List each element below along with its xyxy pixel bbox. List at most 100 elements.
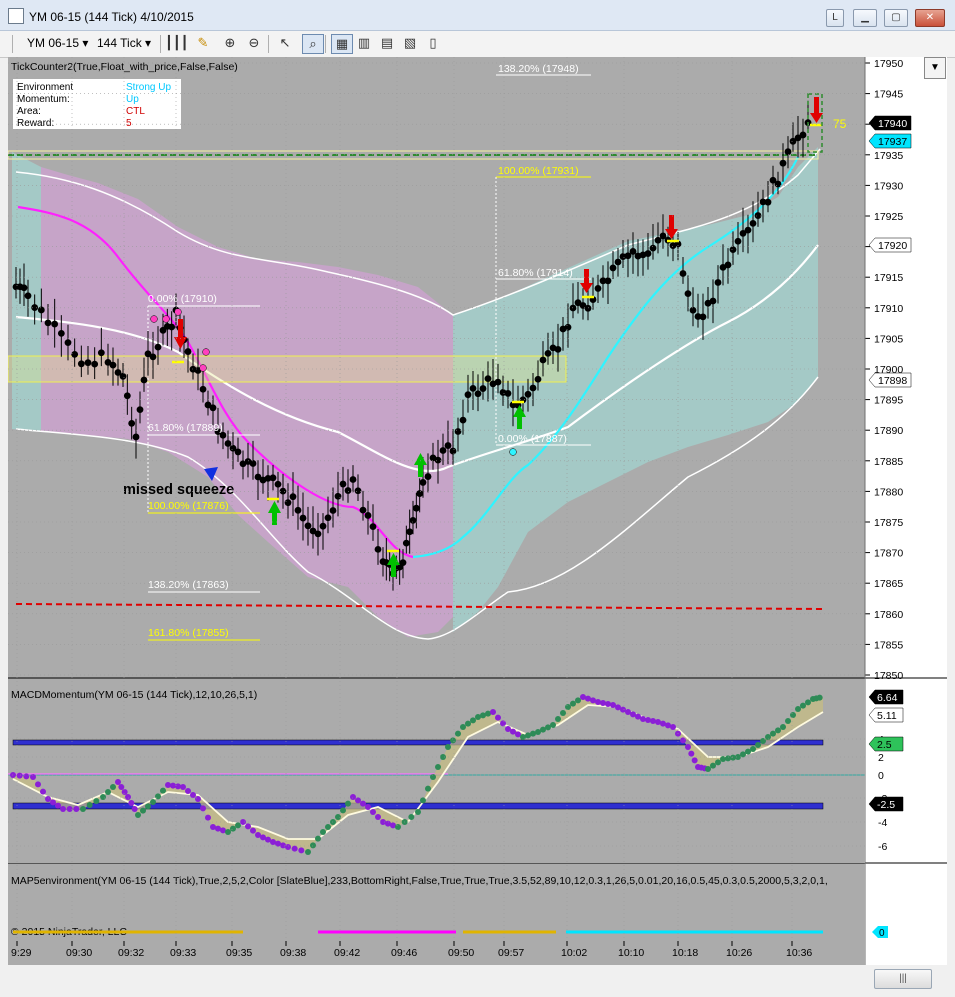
- candle-dot: [324, 514, 332, 522]
- templates-icon[interactable]: ▯: [423, 34, 443, 52]
- candle-dot: [57, 329, 65, 337]
- candle-dot: [614, 258, 622, 266]
- chart-canvas[interactable]: TickCounter2(True,Float_with_price,False…: [7, 57, 947, 965]
- macd-dot: [60, 806, 66, 812]
- macd-tag-text: 2.5: [877, 739, 892, 751]
- macd-dot: [565, 704, 571, 710]
- candle-dot: [199, 385, 207, 393]
- candle-dot: [444, 442, 452, 449]
- link-button[interactable]: L: [826, 9, 844, 27]
- zoom-out-icon[interactable]: ⊖: [244, 34, 264, 52]
- macd-dot: [195, 796, 201, 802]
- macd-dot: [600, 700, 606, 706]
- macd-dot: [125, 794, 131, 800]
- candle-dot: [629, 248, 637, 255]
- macd-dot: [350, 794, 356, 800]
- time-axis-label: 09:35: [226, 947, 252, 959]
- instrument-selector[interactable]: YM 06-15 ▾: [27, 36, 88, 50]
- strategies-icon[interactable]: ▤: [377, 34, 397, 52]
- candle-dot-highlight: [199, 364, 207, 372]
- instrument-label: YM 06-15: [27, 36, 80, 50]
- magnifier-icon[interactable]: ⌕: [302, 34, 324, 54]
- macd-dot: [110, 784, 116, 790]
- window-title: YM 06-15 (144 Tick) 4/10/2015: [29, 10, 194, 24]
- toolbar-grip: [12, 35, 13, 53]
- chart-toolbar: YM 06-15 ▾ 144 Tick ▾ ┃┃┃ ✎ ⊕ ⊖ ↖ ⌕ ▦ ▥ …: [0, 31, 955, 58]
- macd-dot: [560, 710, 566, 716]
- fib-label: 100.00% (17876): [148, 500, 229, 512]
- candle-dot: [779, 159, 787, 167]
- pencil-icon[interactable]: ✎: [193, 34, 213, 52]
- minimize-icon[interactable]: ▁: [853, 9, 877, 27]
- macd-dot: [320, 829, 326, 835]
- time-axis-label: 09:38: [280, 947, 306, 959]
- candle-dot: [128, 419, 136, 427]
- candle-dot: [402, 539, 410, 547]
- macd-dot: [200, 805, 206, 812]
- horizontal-scrollbar[interactable]: |||: [0, 965, 955, 997]
- macd-dot: [450, 737, 456, 744]
- chart-area[interactable]: TickCounter2(True,Float_with_price,False…: [7, 57, 947, 965]
- candle-dot: [409, 517, 417, 524]
- candle-dot: [369, 523, 377, 530]
- zoom-in-icon[interactable]: ⊕: [220, 34, 240, 52]
- candle-dot: [284, 499, 292, 507]
- close-icon[interactable]: ✕: [915, 9, 945, 27]
- price-tag-text: 17898: [878, 375, 907, 387]
- candle-dot: [24, 292, 32, 300]
- candle-dot: [699, 313, 707, 321]
- cursor-icon[interactable]: ↖: [275, 34, 295, 52]
- macd-dot: [570, 700, 576, 707]
- toolbar-separator: [160, 35, 161, 53]
- macd-axis-label: -6: [878, 841, 887, 853]
- price-tag-text: 17940: [878, 118, 907, 130]
- indicators-icon[interactable]: ▥: [354, 34, 374, 52]
- candle-dot: [734, 237, 742, 245]
- macd-dot: [245, 823, 251, 830]
- candle-dot: [604, 277, 612, 285]
- price-axis-label: 17865: [874, 578, 903, 590]
- candle-dot: [454, 428, 462, 435]
- candle-dot: [764, 198, 772, 206]
- candle-dot: [77, 360, 85, 368]
- candle-dot: [249, 460, 257, 467]
- candle-dot: [314, 530, 322, 538]
- scrollbar-thumb[interactable]: |||: [874, 969, 932, 989]
- env-row-value: Strong Up: [126, 82, 171, 93]
- macd-dot: [705, 766, 711, 772]
- macd-dot: [325, 824, 331, 830]
- data-box-icon[interactable]: ▦: [331, 34, 353, 54]
- macd-dot: [190, 792, 196, 798]
- missed-squeeze-annotation: missed squeeze: [123, 482, 234, 498]
- time-axis-label: 10:26: [726, 947, 752, 959]
- time-axis-label: 09:50: [448, 947, 474, 959]
- candle-dot: [649, 244, 657, 252]
- candle-dot: [37, 306, 45, 314]
- candle-dot: [554, 345, 562, 353]
- chart-properties-icon[interactable]: ▧: [400, 34, 420, 52]
- macd-axis-label: 0: [878, 770, 884, 782]
- candle-dot: [209, 404, 217, 412]
- time-axis-label: 09:42: [334, 947, 360, 959]
- chevron-down-icon: ▾: [145, 36, 152, 50]
- macd-dot: [131, 806, 138, 812]
- price-axis-label: 17930: [874, 180, 903, 192]
- macd-indicator-label: MACDMomentum(YM 06-15 (144 Tick),12,10,2…: [11, 689, 257, 701]
- maximize-icon[interactable]: ▢: [884, 9, 908, 27]
- candle-dot: [459, 416, 467, 424]
- interval-selector[interactable]: 144 Tick ▾: [97, 36, 151, 50]
- macd-dot: [780, 724, 786, 730]
- bar-style-icon[interactable]: ┃┃┃: [165, 34, 188, 52]
- candle-dot: [289, 493, 297, 501]
- macd-dot: [550, 722, 556, 728]
- macd-dot: [160, 787, 166, 794]
- candle-dot: [97, 349, 105, 357]
- macd-dot: [785, 718, 791, 724]
- macd-dot: [310, 842, 316, 849]
- macd-dot: [750, 746, 756, 752]
- macd-dot: [23, 773, 30, 780]
- chart-menu-dropdown[interactable]: ▼: [924, 57, 946, 79]
- macd-dot: [375, 814, 381, 820]
- time-axis-label: 10:02: [561, 947, 587, 959]
- price-tag-text: 17920: [878, 240, 907, 252]
